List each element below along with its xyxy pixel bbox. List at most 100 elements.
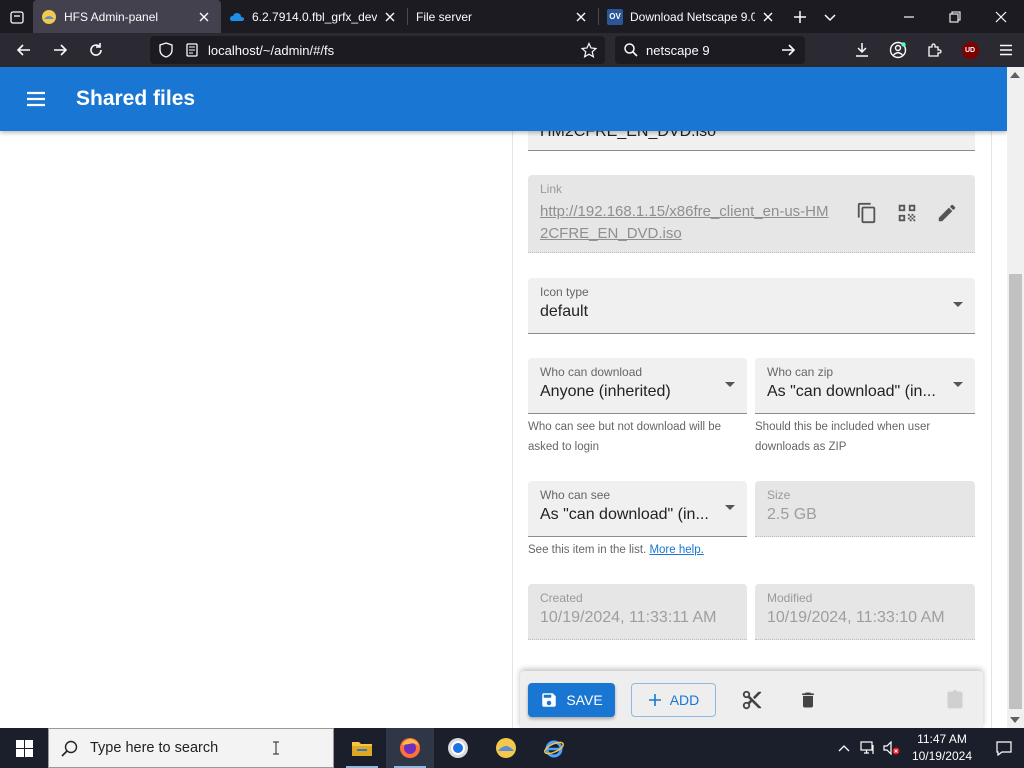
tab-title: File server xyxy=(416,9,473,24)
tab-close-icon[interactable] xyxy=(195,8,213,26)
link-url[interactable]: http://192.168.1.15/x86fre_client_en-us-… xyxy=(540,201,830,245)
firefox-app[interactable] xyxy=(386,728,434,768)
paste-clipboard-icon xyxy=(943,688,967,712)
dropdown-arrow-icon[interactable] xyxy=(725,505,735,510)
name-field[interactable]: HM2CFRE_EN_DVD.iso xyxy=(528,131,975,151)
restore-icon xyxy=(949,10,961,23)
ublock-extension-button[interactable]: UD xyxy=(952,35,988,65)
cut-scissors-icon[interactable] xyxy=(740,688,764,712)
tabstrip-tools xyxy=(785,0,845,33)
chevron-down-icon xyxy=(824,13,836,21)
icon-type-select[interactable]: Icon type default xyxy=(528,278,975,334)
dropdown-arrow-icon[interactable] xyxy=(725,382,735,387)
back-button[interactable] xyxy=(6,35,42,65)
who-can-see-value[interactable]: As "can download" (in... xyxy=(540,506,709,524)
forward-button[interactable] xyxy=(42,35,78,65)
dropdown-arrow-icon[interactable] xyxy=(953,302,963,307)
scroll-up-arrow-icon[interactable] xyxy=(1010,72,1020,78)
minimize-icon xyxy=(904,15,914,18)
page-scrollbar[interactable] xyxy=(1007,67,1024,728)
downloads-button[interactable] xyxy=(844,35,880,65)
tab-close-icon[interactable] xyxy=(572,8,590,26)
page-title: Shared files xyxy=(76,87,196,110)
reload-button[interactable] xyxy=(78,35,114,65)
firefox-icon xyxy=(400,738,420,758)
ie-app[interactable] xyxy=(530,728,578,768)
extensions-button[interactable] xyxy=(916,35,952,65)
close-window-button[interactable] xyxy=(978,0,1024,33)
who-can-download-value[interactable]: Anyone (inherited) xyxy=(540,383,671,401)
tab-file-server[interactable]: File server xyxy=(408,0,598,33)
taskbar-search-box[interactable]: Type here to search xyxy=(48,728,334,768)
who-can-see-label: Who can see xyxy=(540,488,611,502)
plus-icon xyxy=(648,694,661,706)
delete-trash-icon[interactable] xyxy=(796,688,820,712)
show-hidden-icons-chevron-icon[interactable] xyxy=(834,728,854,768)
save-button[interactable]: SAVE xyxy=(528,683,615,717)
who-can-see-helper: See this item in the list. More help. xyxy=(528,540,828,560)
system-tray: 11:47 AM 10/19/2024 xyxy=(832,728,1024,768)
url-bar[interactable]: localhost/~/admin/#/fs xyxy=(150,36,605,64)
scroll-down-arrow-icon[interactable] xyxy=(1010,717,1020,723)
restore-button[interactable] xyxy=(932,0,978,33)
ublock-icon: UD xyxy=(961,41,979,59)
volume-muted-icon[interactable] xyxy=(882,728,902,768)
start-button[interactable] xyxy=(0,728,48,768)
app-menu-button[interactable] xyxy=(988,35,1024,65)
account-button[interactable] xyxy=(880,35,916,65)
page-info-icon[interactable] xyxy=(184,42,200,58)
created-field: Created 10/19/2024, 11:33:11 AM xyxy=(528,584,747,640)
network-icon[interactable] xyxy=(858,728,878,768)
folder-icon xyxy=(352,742,372,756)
ov-favicon-icon: OV xyxy=(607,8,623,25)
taskbar-clock[interactable]: 11:47 AM 10/19/2024 xyxy=(912,731,972,765)
who-can-zip-value[interactable]: As "can download" (in... xyxy=(767,383,936,401)
scroll-thumb[interactable] xyxy=(1009,274,1022,709)
url-text[interactable]: localhost/~/admin/#/fs xyxy=(208,43,581,58)
windows-taskbar: Type here to search 11:47 AM 10/19/2024 xyxy=(0,728,1024,768)
tab-list-button[interactable] xyxy=(0,0,33,33)
who-can-download-select[interactable]: Who can download Anyone (inherited) xyxy=(528,358,747,414)
search-query[interactable]: netscape 9 xyxy=(646,43,780,58)
tab-overflow-button[interactable] xyxy=(815,0,845,33)
search-bar[interactable]: netscape 9 xyxy=(615,36,805,64)
edit-pencil-icon[interactable] xyxy=(935,201,959,225)
tab-close-icon[interactable] xyxy=(381,8,399,26)
icon-type-value[interactable]: default xyxy=(540,303,588,321)
chrome-app[interactable] xyxy=(434,728,482,768)
tab-title: Download Netscape 9.0.0 xyxy=(630,9,755,24)
copy-icon[interactable] xyxy=(855,201,879,225)
save-floppy-icon xyxy=(542,693,557,707)
internet-explorer-icon xyxy=(544,740,564,758)
menu-icon xyxy=(27,91,45,107)
drawer-menu-button[interactable] xyxy=(12,75,60,123)
tab-hfs-admin[interactable]: HFS Admin-panel xyxy=(33,0,221,33)
tab-onedrive[interactable]: 6.2.7914.0.fbl_grfx_dev1.1 xyxy=(221,0,407,33)
notification-icon xyxy=(996,741,1012,756)
size-field: Size 2.5 GB xyxy=(755,481,975,537)
notification-center-button[interactable] xyxy=(984,728,1024,768)
link-actions xyxy=(855,201,959,225)
file-explorer-app[interactable] xyxy=(338,728,386,768)
windows-logo-icon xyxy=(15,739,33,757)
hfs-app[interactable] xyxy=(482,728,530,768)
who-can-zip-select[interactable]: Who can zip As "can download" (in... xyxy=(755,358,975,414)
minimize-button[interactable] xyxy=(886,0,932,33)
link-label: Link xyxy=(540,182,563,196)
arrow-right-icon xyxy=(54,44,68,56)
dropdown-arrow-icon[interactable] xyxy=(953,382,963,387)
tab-close-icon[interactable] xyxy=(759,8,777,26)
tab-download-netscape[interactable]: OV Download Netscape 9.0.0 xyxy=(599,0,785,33)
qr-code-icon[interactable] xyxy=(895,201,919,225)
size-value: 2.5 GB xyxy=(767,506,817,523)
bookmark-star-icon[interactable] xyxy=(581,42,597,58)
shield-icon[interactable] xyxy=(158,42,174,58)
who-can-see-select[interactable]: Who can see As "can download" (in... xyxy=(528,481,747,537)
more-help-link[interactable]: More help. xyxy=(649,544,703,556)
new-tab-button[interactable] xyxy=(785,0,815,33)
search-go-icon[interactable] xyxy=(780,42,796,58)
plus-icon xyxy=(794,10,806,23)
nav-toolbar-right: UD xyxy=(844,33,1024,67)
name-value[interactable]: HM2CFRE_EN_DVD.iso xyxy=(540,131,716,141)
add-button[interactable]: ADD xyxy=(631,683,716,717)
